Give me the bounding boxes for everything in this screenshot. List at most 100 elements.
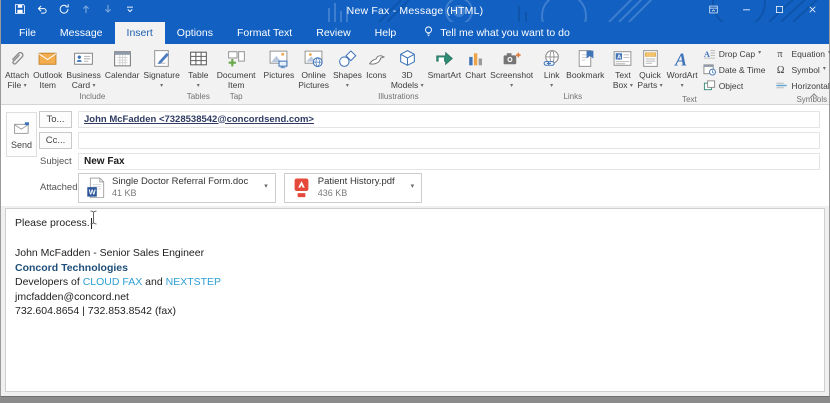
- message-body[interactable]: Please process. John McFadden - Senior S…: [5, 208, 825, 392]
- drop-cap-icon: A: [703, 47, 716, 60]
- object-icon: [703, 79, 716, 92]
- chevron-down-icon: ▾: [160, 83, 163, 89]
- pictures-label: Pictures: [264, 70, 295, 80]
- undo-icon: [36, 2, 48, 20]
- undo-button[interactable]: [35, 5, 48, 18]
- chevron-down-icon[interactable]: ▾: [264, 184, 268, 190]
- tab-insert[interactable]: Insert: [115, 22, 165, 44]
- attachment-text: Patient History.pdf436 KB: [318, 176, 395, 199]
- wordart-button[interactable]: AWordArt▾: [665, 45, 700, 90]
- email-signature: John McFadden - Senior Sales Engineer Co…: [15, 246, 815, 319]
- maximize-button[interactable]: [763, 0, 796, 22]
- attach-file-button[interactable]: AttachFile ▾: [3, 45, 31, 90]
- shapes-button[interactable]: Shapes▾: [331, 45, 364, 90]
- collapse-ribbon-button[interactable]: [808, 90, 822, 102]
- calendar-label: Calendar: [105, 70, 140, 80]
- ribbon-group-illustrations: PicturesOnlinePicturesShapes▾Icons3DMode…: [261, 44, 537, 104]
- object-button[interactable]: Object: [703, 79, 766, 92]
- signature-button[interactable]: Signature▾: [141, 45, 181, 90]
- text-box-button[interactable]: ATextBox ▾: [610, 45, 635, 90]
- quick-parts-button[interactable]: QuickParts ▾: [635, 45, 664, 90]
- attach-file-label: File: [8, 80, 22, 90]
- text-box-label: Text: [615, 70, 631, 80]
- equation-button[interactable]: πEquation▾: [775, 47, 830, 60]
- table-button[interactable]: Table▾: [186, 45, 211, 90]
- send-button[interactable]: Send: [6, 112, 37, 157]
- smartart-button[interactable]: SmartArt: [426, 45, 464, 81]
- close-button[interactable]: [796, 0, 829, 22]
- maximize-icon: [774, 2, 785, 20]
- minimize-icon: [741, 2, 752, 20]
- symbol-button[interactable]: ΩSymbol▾: [775, 63, 830, 76]
- 3d-models-button[interactable]: 3DModels ▾: [389, 45, 426, 90]
- chevron-down-icon: ▾: [24, 83, 27, 89]
- attachment-text: Single Doctor Referral Form.doc41 KB: [112, 176, 248, 199]
- signature-email: jmcfadden@concord.net: [15, 290, 815, 305]
- calendar-icon: [112, 46, 133, 69]
- online-pictures-label: Online: [301, 70, 326, 80]
- pictures-button[interactable]: Pictures: [262, 45, 297, 81]
- down-arrow-icon: [102, 2, 114, 20]
- ribbon-display-options-button[interactable]: [697, 0, 730, 22]
- subject-field[interactable]: New Fax: [78, 153, 820, 170]
- bookmark-button[interactable]: Bookmark: [564, 45, 606, 81]
- bookmark-icon: [575, 46, 596, 69]
- text-box-icon: A: [612, 46, 633, 69]
- save-button[interactable]: [13, 5, 26, 18]
- screenshot-icon: [501, 46, 522, 69]
- chevron-down-icon: ▾: [660, 83, 663, 89]
- link-button[interactable]: Link▾: [539, 45, 564, 90]
- chevron-down-icon[interactable]: ▾: [411, 184, 415, 190]
- tab-options[interactable]: Options: [165, 22, 225, 44]
- body-message-text: Please process.: [15, 216, 90, 231]
- ribbon-group-label: Links: [539, 91, 606, 104]
- svg-text:Ω: Ω: [777, 65, 785, 76]
- omega-icon: Ω: [775, 63, 788, 76]
- subject-label: Subject: [39, 156, 72, 167]
- redo-button[interactable]: [57, 5, 70, 18]
- product-cloud-fax: CLOUD FAX: [83, 276, 143, 288]
- ribbon-group-tap: DocumentItemTap: [214, 44, 259, 104]
- calendar-button[interactable]: Calendar: [103, 45, 142, 81]
- i-beam-cursor-icon: [89, 210, 98, 230]
- cc-field[interactable]: [78, 132, 820, 149]
- tab-format-text[interactable]: Format Text: [225, 22, 304, 44]
- word-file-icon: W: [86, 176, 105, 200]
- to-button[interactable]: To...: [39, 111, 72, 128]
- tab-file[interactable]: File: [7, 22, 48, 44]
- chevron-down-icon: ▾: [510, 83, 513, 89]
- tell-me-box[interactable]: Tell me what you want to do: [422, 22, 570, 44]
- compose-header: Send To... John McFadden <7328538542@con…: [1, 105, 829, 206]
- window-controls: [697, 0, 829, 22]
- tab-help[interactable]: Help: [363, 22, 409, 44]
- smartart-label: SmartArt: [428, 70, 462, 80]
- document-item-button[interactable]: DocumentItem: [215, 45, 258, 90]
- chevron-down-icon: ▾: [197, 83, 200, 89]
- tab-review[interactable]: Review: [304, 22, 362, 44]
- svg-text:A: A: [674, 49, 687, 69]
- ribbon-display-options-icon: [708, 2, 719, 20]
- to-recipient[interactable]: John McFadden <7328538542@concordsend.co…: [84, 114, 314, 125]
- cc-button[interactable]: Cc...: [39, 132, 72, 149]
- outlook-item-button[interactable]: OutlookItem: [31, 45, 64, 90]
- date-and-time-label: Date & Time: [719, 65, 766, 75]
- attachment-chip[interactable]: Patient History.pdf436 KB ▾: [284, 173, 422, 203]
- minimize-button[interactable]: [730, 0, 763, 22]
- pi-icon: π: [775, 47, 788, 60]
- online-pictures-button[interactable]: OnlinePictures: [296, 45, 331, 90]
- outlook-item-label: Item: [39, 80, 56, 90]
- customize-qat-button[interactable]: [123, 5, 136, 18]
- chart-button[interactable]: Chart: [463, 45, 488, 81]
- date-and-time-button[interactable]: Date & Time: [703, 63, 766, 76]
- drop-cap-button[interactable]: ADrop Cap▾: [703, 47, 766, 60]
- icons-button[interactable]: Icons: [364, 45, 389, 81]
- horizontal-line-label: Horizontal Line: [791, 81, 830, 91]
- ribbon-group-label: Tables: [186, 91, 211, 104]
- svg-text:W: W: [89, 187, 96, 196]
- tab-message[interactable]: Message: [48, 22, 115, 44]
- attachment-chip[interactable]: W Single Doctor Referral Form.doc41 KB ▾: [78, 173, 276, 203]
- to-field[interactable]: John McFadden <7328538542@concordsend.co…: [78, 111, 820, 128]
- screenshot-button[interactable]: Screenshot▾: [488, 45, 535, 90]
- paperclip-icon: [7, 46, 28, 69]
- business-card-button[interactable]: BusinessCard ▾: [64, 45, 103, 90]
